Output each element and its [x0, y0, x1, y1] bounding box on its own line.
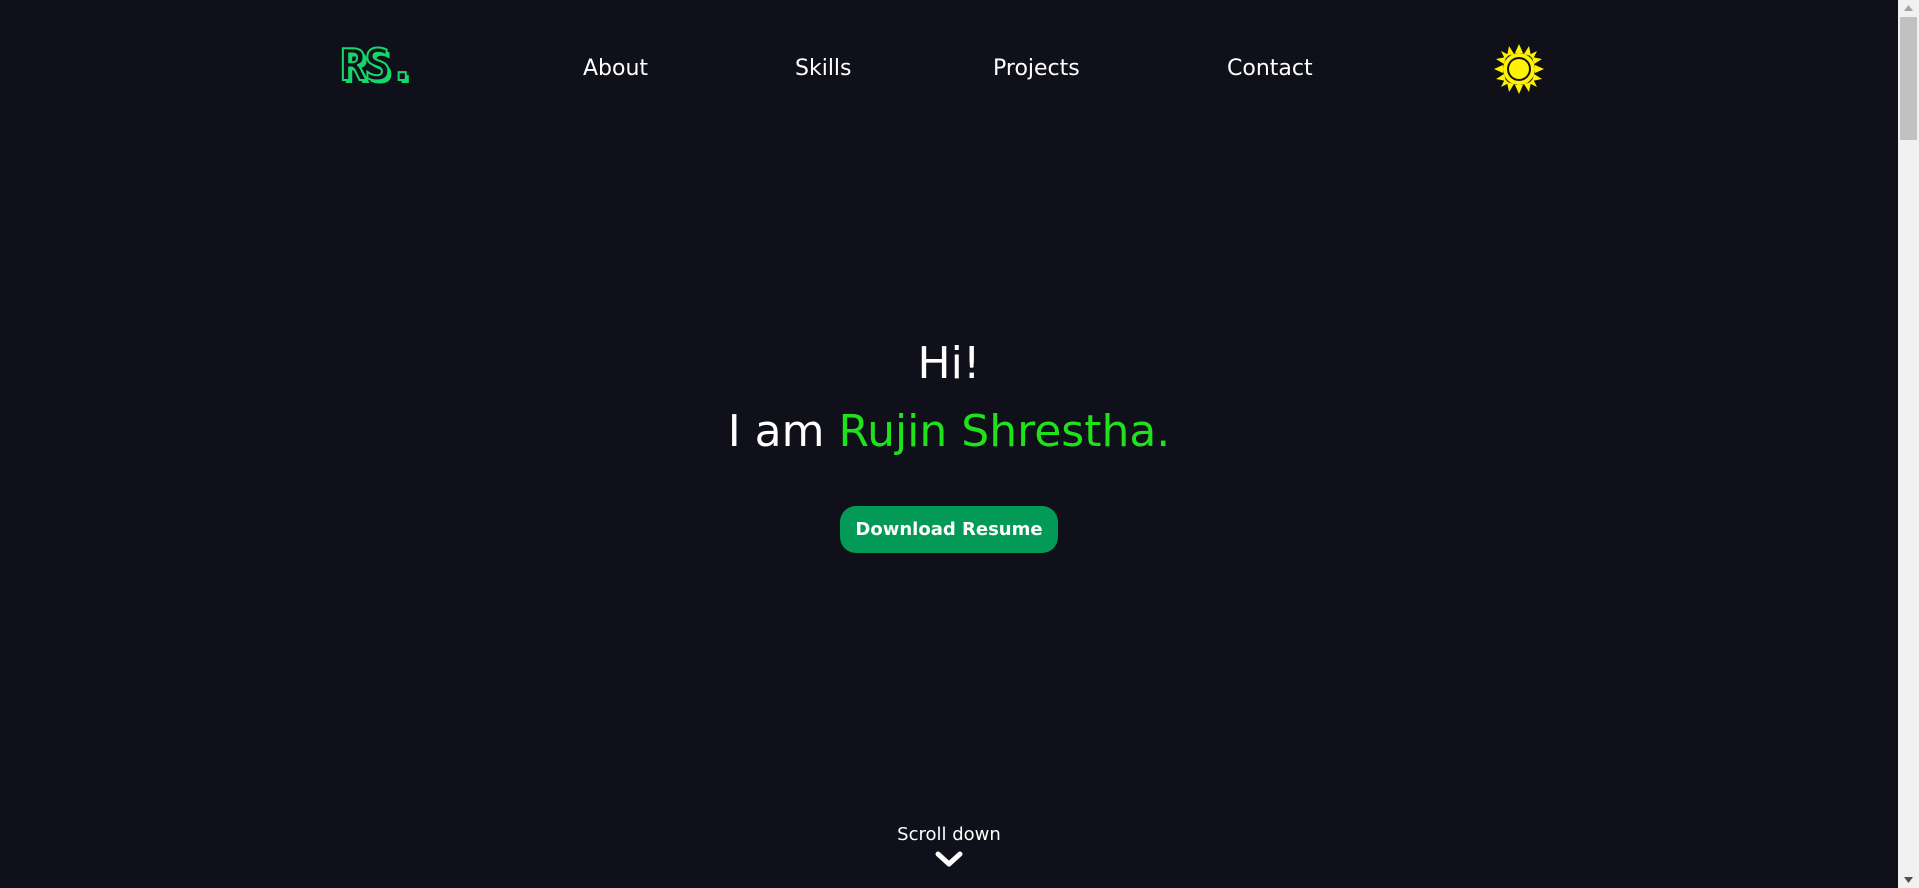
hero-intro: I am Rujin Shrestha.	[0, 402, 1898, 462]
nav-link-contact[interactable]: Contact	[1227, 55, 1313, 83]
scroll-down-link[interactable]: Scroll down	[0, 823, 1898, 874]
hero-intro-prefix: I am	[727, 406, 839, 457]
hero-greeting: Hi!	[917, 338, 981, 389]
scroll-down-arrow-icon[interactable]	[1903, 876, 1914, 884]
chevron-down-icon	[935, 851, 963, 867]
nav-link-about[interactable]: About	[583, 55, 648, 83]
sun-icon	[1494, 44, 1544, 94]
scrollbar-thumb[interactable]	[1900, 17, 1917, 140]
page: RS. About Skills Projects Contact Hi! I …	[0, 0, 1919, 888]
viewport: RS. About Skills Projects Contact Hi! I …	[0, 0, 1898, 888]
nav-link-skills[interactable]: Skills	[795, 55, 852, 83]
vertical-scrollbar[interactable]	[1898, 0, 1919, 888]
hero-name: Rujin Shrestha.	[838, 406, 1171, 457]
theme-toggle-button[interactable]	[1494, 44, 1544, 94]
download-resume-button[interactable]: Download Resume	[840, 506, 1058, 553]
logo[interactable]: RS.	[339, 43, 417, 89]
nav-link-projects[interactable]: Projects	[993, 55, 1080, 83]
scroll-down-label: Scroll down	[897, 824, 1001, 845]
scroll-up-arrow-icon[interactable]	[1903, 4, 1914, 12]
